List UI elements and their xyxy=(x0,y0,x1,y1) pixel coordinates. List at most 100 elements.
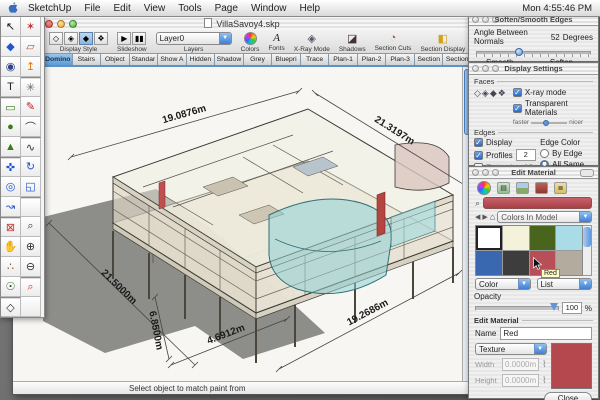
fonts-icon[interactable]: A xyxy=(273,32,280,44)
play-slideshow-button[interactable]: ▶ xyxy=(117,32,131,45)
quality-slider[interactable] xyxy=(531,120,567,126)
home-icon[interactable]: ⌂ xyxy=(490,212,495,222)
hidden-line-mode-button[interactable]: ◈ xyxy=(64,32,78,45)
opacity-slider[interactable] xyxy=(475,306,559,311)
menu-item[interactable]: View xyxy=(144,3,166,14)
zoom-tool[interactable]: ⌕ xyxy=(21,217,41,237)
texture-type-dropdown[interactable]: Texture ▼ xyxy=(475,343,547,355)
color-swatch[interactable] xyxy=(476,226,502,250)
section-cuts-icon[interactable]: ◔ xyxy=(390,32,397,44)
layers-dropdown[interactable]: Layer0 ▼ xyxy=(156,32,232,45)
page-tab[interactable]: Plan-3 xyxy=(385,53,415,65)
profiles-checkbox[interactable] xyxy=(474,151,483,160)
opacity-value-field[interactable]: 100 xyxy=(562,302,582,314)
shadows-icon[interactable]: ◪ xyxy=(347,32,357,45)
freehand-tool[interactable]: ∿ xyxy=(21,137,41,157)
wireframe-mode-button[interactable]: ◇ xyxy=(49,32,63,45)
empty-cell[interactable] xyxy=(21,297,41,317)
menu-item[interactable]: Edit xyxy=(113,3,130,14)
dimension-tool[interactable]: ◇ xyxy=(1,297,21,317)
page-tab[interactable]: Domino xyxy=(43,53,73,65)
page-tab[interactable]: Stairs xyxy=(72,53,102,65)
panel-collapse-button[interactable] xyxy=(580,169,594,177)
section-plane-tool[interactable]: ⊠ xyxy=(1,217,21,237)
width-field[interactable]: 0.0000m xyxy=(502,358,539,371)
current-color-bar[interactable] xyxy=(483,197,592,209)
close-button[interactable]: Close xyxy=(544,392,592,400)
by-edge-radio[interactable] xyxy=(540,149,549,158)
line-tool[interactable]: ✎ xyxy=(21,97,41,117)
page-tab[interactable]: Standar xyxy=(129,53,159,65)
color-swatch[interactable] xyxy=(530,226,556,250)
material-panel-title-bar[interactable]: Edit Material xyxy=(469,167,598,179)
page-tab[interactable]: Trace xyxy=(300,53,330,65)
menu-item[interactable]: File xyxy=(84,3,100,14)
page-tab[interactable]: Shadow xyxy=(214,53,244,65)
menu-item[interactable]: Help xyxy=(300,3,321,14)
profiles-value-field[interactable]: 2 xyxy=(516,149,536,161)
pause-slideshow-button[interactable]: ▮▮ xyxy=(132,32,146,45)
move-tool[interactable]: ✜ xyxy=(1,157,21,177)
color-sliders-icon[interactable]: ▤ xyxy=(497,182,510,194)
drawing-canvas[interactable]: 19.0876m 21.3197m 21.5000m 6.8500m 4.691… xyxy=(13,67,462,381)
face-style-icons[interactable]: ◇◈◆❖ xyxy=(474,88,507,99)
pan-tool[interactable]: ✋ xyxy=(1,237,21,257)
textured-mode-button[interactable]: ❖ xyxy=(94,32,108,45)
apple-menu-icon[interactable] xyxy=(8,2,18,14)
color-swatch[interactable] xyxy=(503,251,529,275)
color-mode-dropdown[interactable]: Color ▼ xyxy=(475,278,531,290)
menu-item[interactable]: SketchUp xyxy=(28,3,71,14)
color-swatch[interactable] xyxy=(556,226,582,250)
follow-me-tool[interactable]: ↝ xyxy=(1,197,21,217)
look-around-tool[interactable]: ☉ xyxy=(1,277,21,297)
color-swatch[interactable] xyxy=(503,226,529,250)
opacity-slider-thumb[interactable] xyxy=(550,303,558,311)
material-name-field[interactable]: Red xyxy=(500,327,592,340)
page-tab[interactable]: Bluepri xyxy=(271,53,301,65)
shaded-mode-button[interactable]: ◆ xyxy=(79,32,93,45)
back-icon[interactable]: ◀ xyxy=(475,213,480,221)
xray-mode-checkbox[interactable] xyxy=(513,88,522,97)
page-tab[interactable]: Section xyxy=(414,53,444,65)
transparent-materials-checkbox[interactable] xyxy=(513,104,522,113)
polygon-tool[interactable]: ▲ xyxy=(1,137,21,157)
list-palette-icon[interactable]: ≣ xyxy=(554,182,567,194)
sample-paint-tool[interactable]: ◉ xyxy=(1,57,21,77)
color-wheel-icon[interactable] xyxy=(244,32,257,45)
image-palette-icon[interactable] xyxy=(516,182,529,194)
paint-bucket-tool[interactable]: ◆ xyxy=(1,37,21,57)
page-tab[interactable]: Object xyxy=(100,53,130,65)
color-wheel-icon[interactable] xyxy=(477,181,491,195)
zoom-extents-tool[interactable]: ⌕ xyxy=(21,277,41,297)
swatch-scrollbar-thumb[interactable] xyxy=(583,227,591,247)
page-tab[interactable]: Grey xyxy=(243,53,273,65)
circle-tool[interactable]: ● xyxy=(1,117,21,137)
offset-tool[interactable]: ◎ xyxy=(1,177,21,197)
rotate-tool[interactable]: ↻ xyxy=(21,157,41,177)
page-tab[interactable]: Show A xyxy=(157,53,187,65)
eraser-tool[interactable]: ▱ xyxy=(21,37,41,57)
height-field[interactable]: 0.0000m xyxy=(502,374,539,387)
menu-item[interactable]: Page xyxy=(215,3,238,14)
swatch-scrollbar[interactable] xyxy=(583,225,592,276)
color-swatch[interactable] xyxy=(476,251,502,275)
brick-texture-icon[interactable] xyxy=(535,182,548,194)
empty-cell[interactable] xyxy=(21,197,41,217)
collection-dropdown[interactable]: Colors In Model ▼ xyxy=(497,211,592,223)
forward-icon[interactable]: ▶ xyxy=(482,213,487,221)
page-tab[interactable]: Plan-2 xyxy=(357,53,387,65)
menu-item[interactable]: Tools xyxy=(178,3,201,14)
axes-tool[interactable]: ✶ xyxy=(21,17,41,37)
push-pull-tool[interactable]: ↥ xyxy=(21,57,41,77)
page-tab[interactable]: Hidden xyxy=(186,53,216,65)
aspect-link-icon[interactable]: ⌇ xyxy=(542,359,546,370)
xray-cube-icon[interactable]: ◈ xyxy=(308,32,316,45)
rectangle-tool[interactable]: ▭ xyxy=(1,97,21,117)
select-tool[interactable]: ↖ xyxy=(1,17,21,37)
walk-tool[interactable]: ∴ xyxy=(1,257,21,277)
color-swatch[interactable] xyxy=(556,251,582,275)
list-mode-dropdown[interactable]: List ▼ xyxy=(537,278,593,290)
scale-tool[interactable]: ◱ xyxy=(21,177,41,197)
angle-slider[interactable] xyxy=(476,48,591,56)
display-panel-title-bar[interactable]: Display Settings xyxy=(469,63,598,75)
